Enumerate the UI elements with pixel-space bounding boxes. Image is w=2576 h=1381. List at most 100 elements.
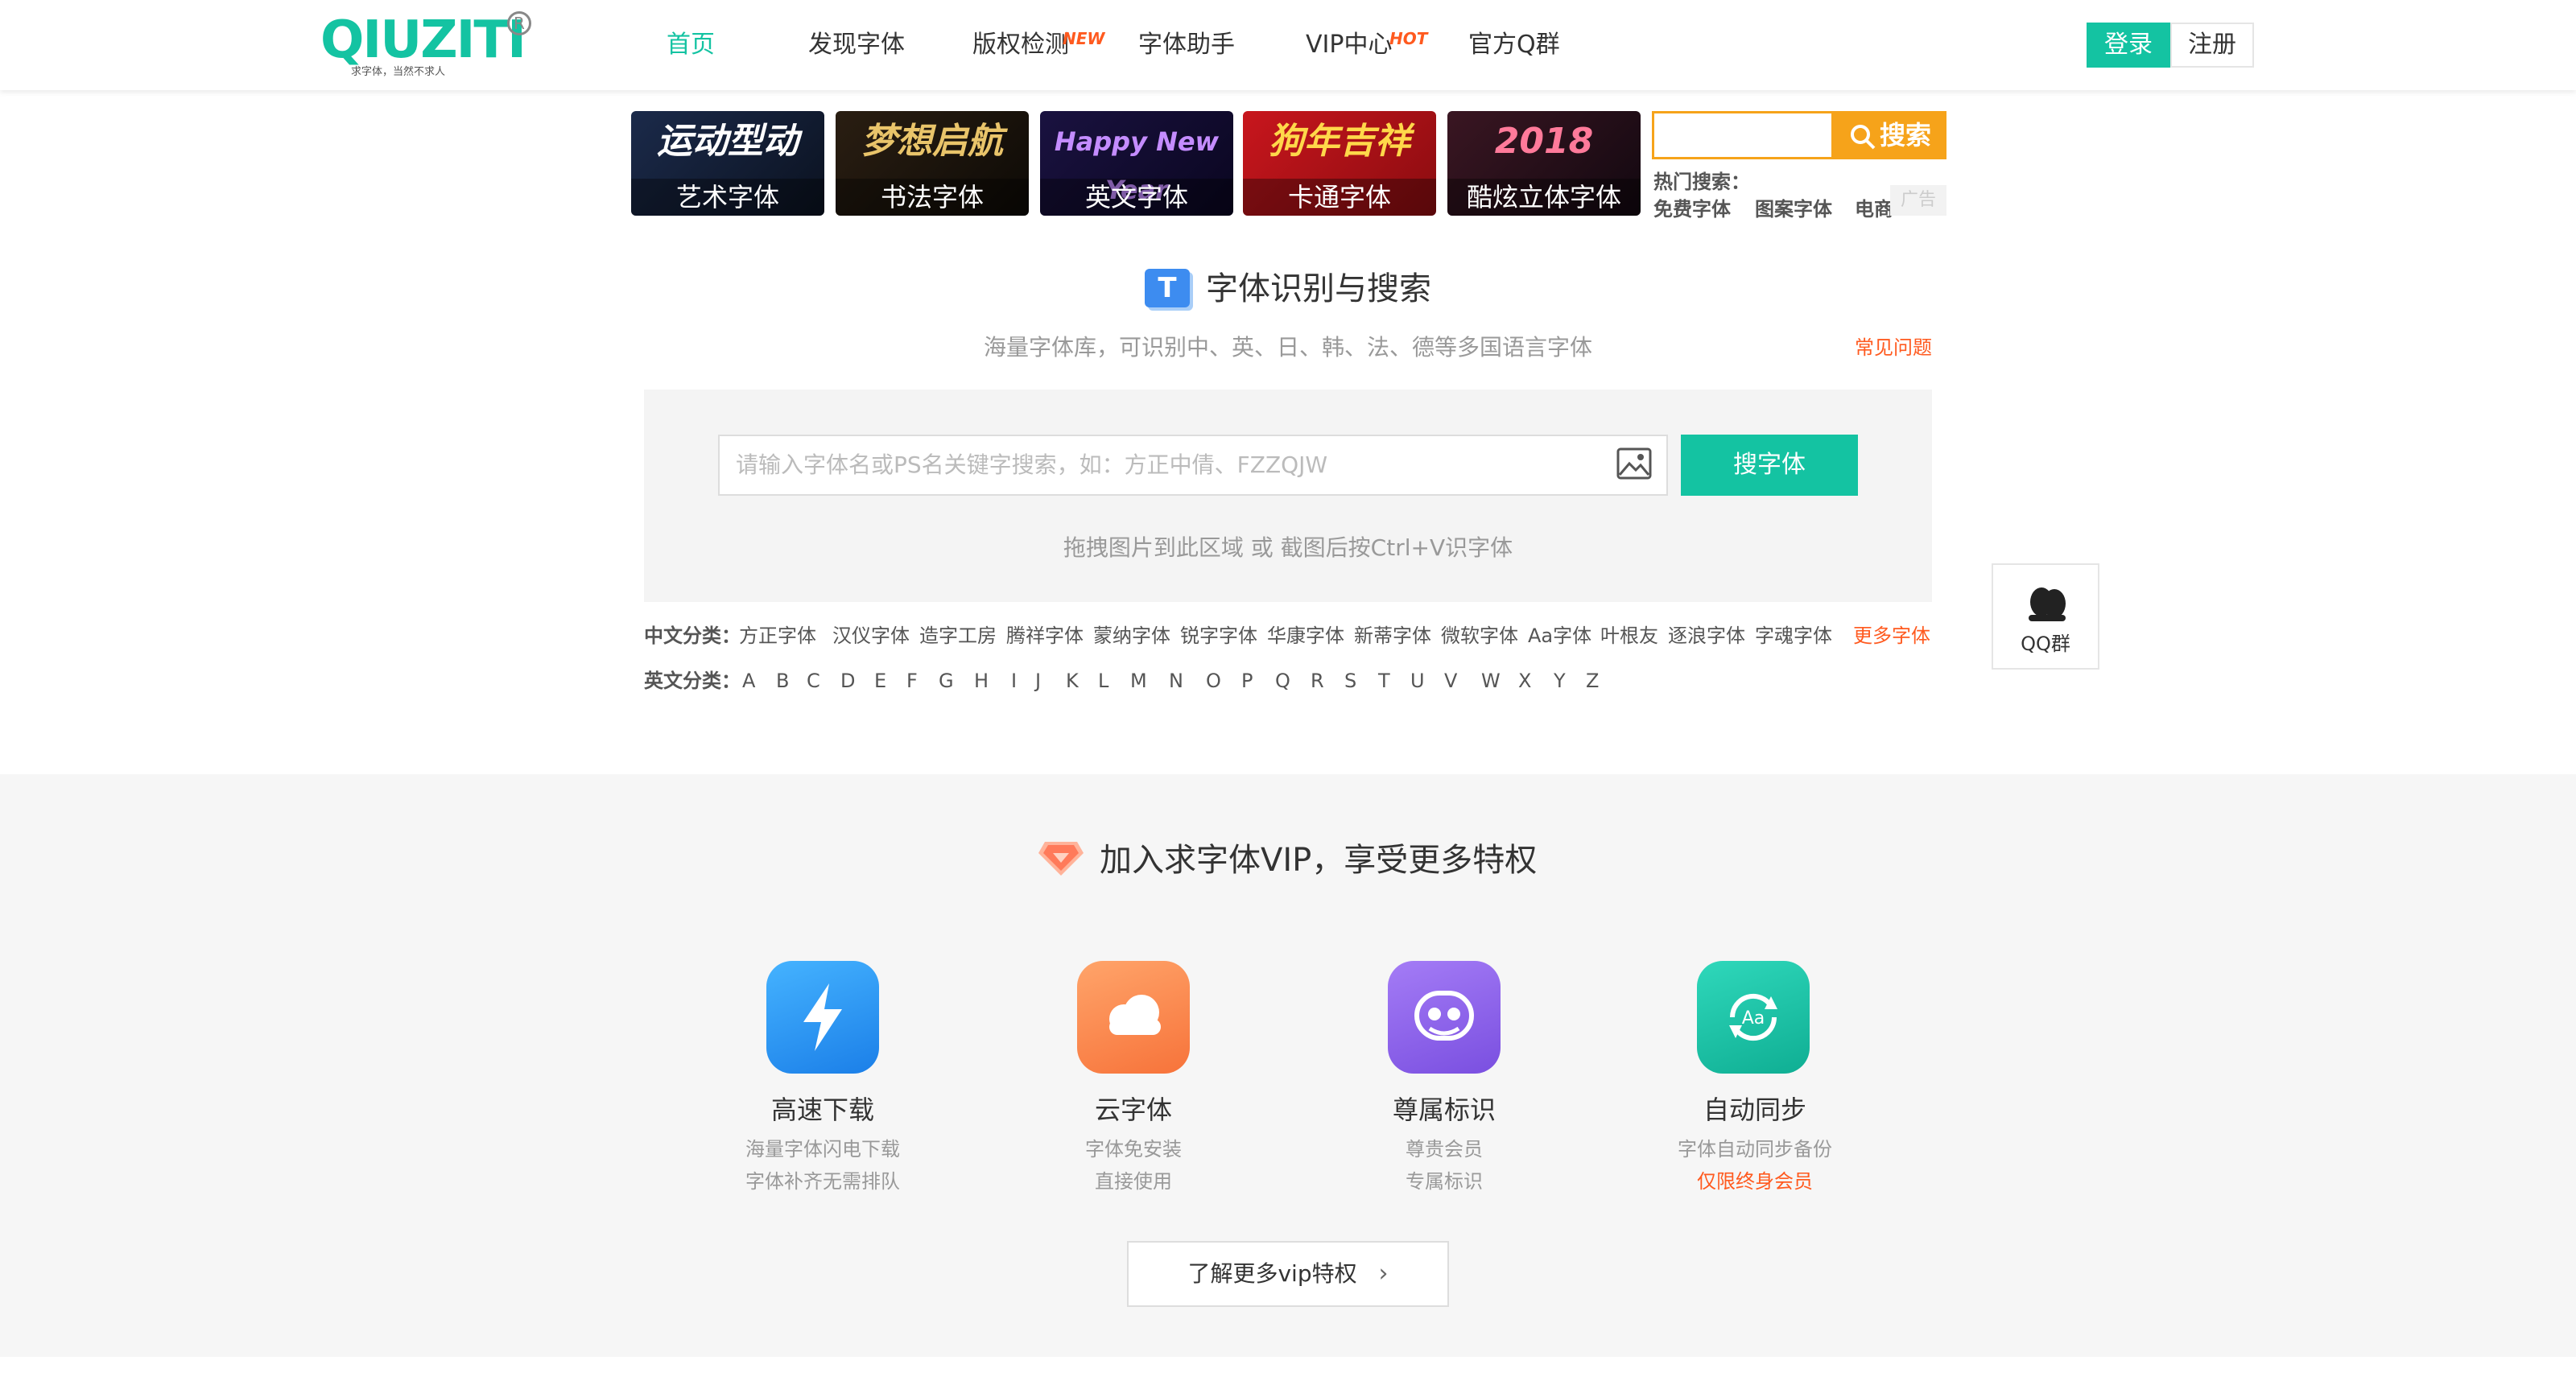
english-category-link[interactable]: Q [1275, 665, 1290, 697]
english-category-link[interactable]: F [906, 665, 918, 697]
drag-drop-hint: 拖拽图片到此区域 或 截图后按Ctrl+V识字体 [1063, 534, 1513, 561]
english-category-link[interactable]: T [1378, 665, 1390, 697]
sync-icon: Aa [1697, 961, 1810, 1074]
new-badge: NEW [1063, 29, 1105, 48]
chinese-category-link[interactable]: 造字工房 [919, 620, 997, 652]
banner-search-button[interactable]: 搜索 [1834, 111, 1946, 159]
font-search-panel[interactable] [644, 390, 1932, 602]
identify-subtitle: 海量字体库，可识别中、英、日、韩、法、德等多国语言字体 [984, 334, 1593, 361]
english-category-link[interactable]: M [1130, 665, 1147, 697]
banner-3d-fonts[interactable]: 2018 酷炫立体字体 [1447, 111, 1641, 216]
feature-name: 云字体 [1094, 1094, 1172, 1125]
site-logo[interactable]: QIUZITI R 求字体，当然不求人 [320, 11, 536, 80]
search-icon [1850, 125, 1876, 150]
english-category-link[interactable]: I [1011, 665, 1017, 697]
banner-search-input[interactable] [1652, 111, 1834, 159]
chinese-category-link[interactable]: 新蒂字体 [1354, 620, 1431, 652]
learn-more-vip-label: 了解更多vip特权 [1187, 1260, 1357, 1287]
feature-desc: 海量字体闪电下载 [745, 1138, 900, 1160]
search-font-button[interactable]: 搜字体 [1681, 435, 1858, 496]
banner-search-box: 搜索 [1652, 111, 1946, 159]
chinese-category-link[interactable]: 华康字体 [1267, 620, 1344, 652]
english-category-link[interactable]: L [1098, 665, 1108, 697]
english-category-link[interactable]: V [1444, 665, 1457, 697]
chinese-category-link[interactable]: 字魂字体 [1755, 620, 1832, 652]
english-category-link[interactable]: Y [1554, 665, 1566, 697]
logo-wordmark: QIUZITI [320, 10, 526, 70]
chinese-category-label: 中文分类： [644, 625, 741, 647]
english-category-link[interactable]: H [974, 665, 989, 697]
logo-slogan: 求字体，当然不求人 [351, 66, 446, 78]
nav-label: 字体助手 [1138, 31, 1235, 59]
hot-search-item[interactable]: 电商 [1855, 193, 1893, 221]
login-button[interactable]: 登录 [2087, 23, 2170, 68]
chinese-category-link[interactable]: 锐字字体 [1180, 620, 1257, 652]
english-category-link[interactable]: A [742, 665, 755, 697]
banner-caption: 艺术字体 [631, 179, 824, 216]
nav-home[interactable]: 首页 [667, 29, 715, 61]
chinese-category-link[interactable]: 腾祥字体 [1006, 620, 1084, 652]
chinese-category-link[interactable]: 逐浪字体 [1668, 620, 1745, 652]
banner-art: 狗年吉祥 [1269, 121, 1410, 162]
feature-desc: 尊贵会员 [1406, 1138, 1483, 1160]
english-category-link[interactable]: X [1518, 665, 1531, 697]
qq-group-icon [2029, 587, 2066, 621]
english-category-link[interactable]: J [1035, 665, 1041, 697]
register-button[interactable]: 注册 [2170, 23, 2254, 68]
hot-search-item[interactable]: 图案字体 [1755, 193, 1832, 221]
banner-caption: 英文字体 [1040, 179, 1233, 216]
english-category-link[interactable]: G [939, 665, 954, 697]
nav-copyright-check[interactable]: 版权检测 NEW [972, 29, 1104, 61]
english-category-link[interactable]: S [1344, 665, 1356, 697]
diamond-icon [1038, 842, 1084, 876]
chinese-category-link[interactable]: 汉仪字体 [832, 620, 910, 652]
english-category-link[interactable]: D [840, 665, 855, 697]
banner-art-fonts[interactable]: 运动型动 艺术字体 [631, 111, 824, 216]
chinese-category-link[interactable]: 微软字体 [1441, 620, 1518, 652]
english-category-link[interactable]: N [1169, 665, 1183, 697]
chinese-category-link[interactable]: Aa字体 [1528, 620, 1591, 652]
english-category-link[interactable]: W [1481, 665, 1501, 697]
banner-english-fonts[interactable]: Happy New Year 英文字体 [1040, 111, 1233, 216]
nav-discover[interactable]: 发现字体 [808, 29, 905, 61]
banner-calligraphy-fonts[interactable]: 梦想启航 书法字体 [836, 111, 1029, 216]
image-upload-icon[interactable] [1616, 447, 1652, 480]
english-category-link[interactable]: P [1241, 665, 1253, 697]
chinese-category-link[interactable]: 蒙纳字体 [1093, 620, 1170, 652]
chinese-category-link[interactable]: 叶根友 [1600, 620, 1658, 652]
hot-badge: HOT [1389, 29, 1428, 48]
banner-art: 2018 [1494, 121, 1594, 162]
hot-search-item[interactable]: 免费字体 [1653, 193, 1731, 221]
faq-link[interactable]: 常见问题 [1855, 332, 1932, 364]
english-category-link[interactable]: B [776, 665, 789, 697]
font-search-input[interactable]: 请输入字体名或PS名关键字搜索，如：方正中倩、FZZQJW [718, 435, 1668, 496]
feature-name: 高速下载 [770, 1094, 874, 1125]
nav-official-qq[interactable]: 官方Q群 [1468, 29, 1560, 61]
english-category-link[interactable]: C [807, 665, 820, 697]
banner-art: 梦想启航 [861, 121, 1003, 162]
qq-group-float-button[interactable]: QQ群 [1992, 563, 2099, 670]
english-category-link[interactable]: E [874, 665, 886, 697]
english-category-link[interactable]: O [1206, 665, 1221, 697]
nav-vip-center[interactable]: VIP中心 HOT [1306, 29, 1427, 61]
top-header: QIUZITI R 求字体，当然不求人 首页 发现字体 版权检测 NEW 字体助… [0, 0, 2576, 90]
english-category-label: 英文分类： [644, 670, 741, 692]
feature-name: 尊属标识 [1392, 1094, 1496, 1125]
feature-desc-lifetime: 仅限终身会员 [1697, 1170, 1813, 1193]
ad-tag: 广告 [1890, 185, 1946, 216]
learn-more-vip-button[interactable]: 了解更多vip特权 › [1127, 1241, 1449, 1307]
banner-cartoon-fonts[interactable]: 狗年吉祥 卡通字体 [1243, 111, 1436, 216]
chinese-category-link[interactable]: 方正字体 [739, 620, 816, 652]
english-category-link[interactable]: R [1311, 665, 1324, 697]
english-category-link[interactable]: K [1066, 665, 1079, 697]
english-category-link[interactable]: U [1410, 665, 1425, 697]
banner-caption: 书法字体 [836, 179, 1029, 216]
feature-desc: 专属标识 [1406, 1170, 1483, 1193]
nav-label: 官方Q群 [1468, 31, 1560, 59]
english-category-link[interactable]: Z [1586, 665, 1599, 697]
more-fonts-link[interactable]: 更多字体 [1853, 620, 1930, 652]
identify-title: 字体识别与搜索 [1206, 270, 1431, 307]
nav-label: 版权检测 [972, 31, 1069, 59]
nav-font-assistant[interactable]: 字体助手 [1138, 29, 1235, 61]
lightning-icon [766, 961, 879, 1074]
